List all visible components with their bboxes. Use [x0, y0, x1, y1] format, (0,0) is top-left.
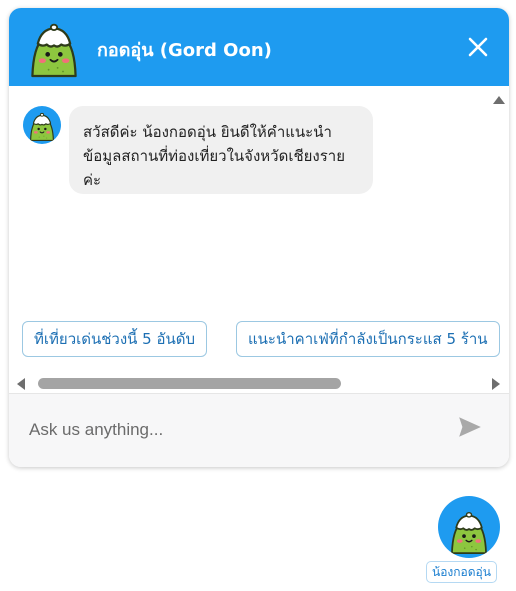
gord-oon-mascot-icon [27, 19, 81, 79]
gord-oon-mascot-icon [450, 511, 488, 555]
chat-title: กอดอุ่น (Gord Oon) [97, 40, 272, 61]
quick-reply-top-attractions[interactable]: ที่เที่ยวเด่นช่วงนี้ 5 อันดับ [22, 321, 208, 357]
message-input[interactable] [27, 412, 431, 448]
scrollbar-thumb[interactable] [38, 378, 341, 389]
close-icon[interactable] [465, 34, 491, 60]
chat-window: กอดอุ่น (Gord Oon) สวัสดีค่ะ น้องกอดอุ่น… [9, 8, 509, 467]
scroll-left-arrow-icon[interactable] [17, 378, 25, 390]
quick-replies: ที่เที่ยวเด่นช่วงนี้ 5 อันดับ แนะนำคาเฟ่… [9, 318, 509, 363]
gord-oon-mascot-icon [29, 112, 55, 142]
horizontal-scrollbar[interactable] [9, 374, 509, 392]
bot-avatar [23, 106, 61, 144]
chat-header: กอดอุ่น (Gord Oon) [9, 8, 509, 86]
scroll-up-arrow-icon[interactable] [493, 96, 505, 104]
launcher-label[interactable]: น้องกอดอุ่น [426, 561, 497, 583]
message-input-row [9, 393, 509, 467]
scroll-right-arrow-icon[interactable] [492, 378, 500, 390]
send-icon[interactable] [457, 414, 483, 440]
message-list[interactable]: สวัสดีค่ะ น้องกอดอุ่น ยินดีให้คำแนะนำข้อ… [9, 86, 509, 318]
chat-launcher-button[interactable] [438, 496, 500, 558]
quick-reply-trending-cafes[interactable]: แนะนำคาเฟ่ที่กำลังเป็นกระแส 5 ร้าน [236, 321, 500, 357]
bot-message-bubble: สวัสดีค่ะ น้องกอดอุ่น ยินดีให้คำแนะนำข้อ… [69, 106, 373, 194]
